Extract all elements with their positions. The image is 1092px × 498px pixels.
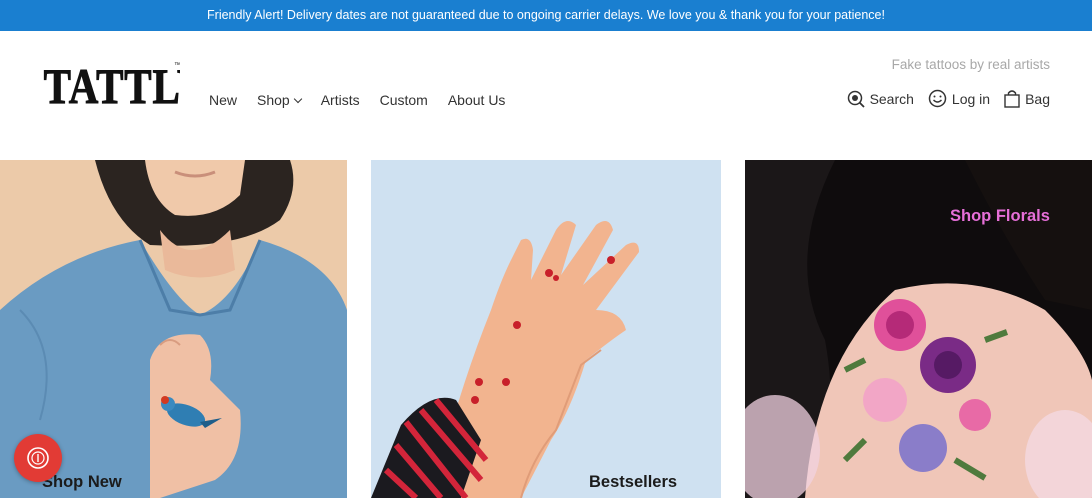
tile-shop-florals[interactable]: Shop Florals: [745, 160, 1092, 498]
chat-widget-button[interactable]: [14, 434, 62, 482]
nav-custom[interactable]: Custom: [380, 92, 428, 108]
tattly-logo[interactable]: TATTLY ™: [42, 57, 207, 115]
utility-nav: Search Log in Bag: [833, 89, 1050, 108]
search-label: Search: [869, 90, 914, 107]
svg-text:TATTLY: TATTLY: [44, 58, 180, 111]
bag-button[interactable]: Bag: [1004, 89, 1050, 108]
nav-shop[interactable]: Shop: [257, 92, 302, 108]
svg-text:™: ™: [174, 62, 180, 69]
search-icon: [847, 90, 865, 108]
announcement-bar: Friendly Alert! Delivery dates are not g…: [0, 0, 1092, 31]
nav-about-us[interactable]: About Us: [448, 92, 506, 108]
tile-label-shop-florals: Shop Florals: [950, 207, 1050, 225]
nav-shop-label: Shop: [257, 92, 290, 108]
login-button[interactable]: Log in: [928, 89, 990, 108]
hero-tiles: Shop New Bestsellers Shop Florals: [0, 160, 1092, 498]
chevron-down-icon: [293, 94, 302, 103]
login-label: Log in: [951, 90, 991, 107]
logo-wordmark: TATTLY ™: [43, 58, 207, 115]
nav-new[interactable]: New: [209, 92, 237, 108]
bag-icon: [1004, 90, 1020, 108]
announcement-text: Friendly Alert! Delivery dates are not g…: [207, 8, 885, 22]
nav-artists[interactable]: Artists: [321, 92, 360, 108]
tile-label-bestsellers: Bestsellers: [589, 473, 678, 491]
tile-bestsellers[interactable]: Bestsellers: [371, 160, 721, 498]
site-header: TATTLY ™ New Shop Artists Custom About U…: [0, 31, 1092, 160]
main-nav: New Shop Artists Custom About Us: [209, 92, 525, 108]
smiley-icon: [928, 89, 947, 108]
tagline: Fake tattoos by real artists: [891, 57, 1050, 72]
bestsellers-photo: [371, 160, 721, 498]
search-button[interactable]: Search: [847, 90, 914, 108]
chat-icon: [27, 447, 49, 469]
bag-label: Bag: [1025, 90, 1050, 107]
